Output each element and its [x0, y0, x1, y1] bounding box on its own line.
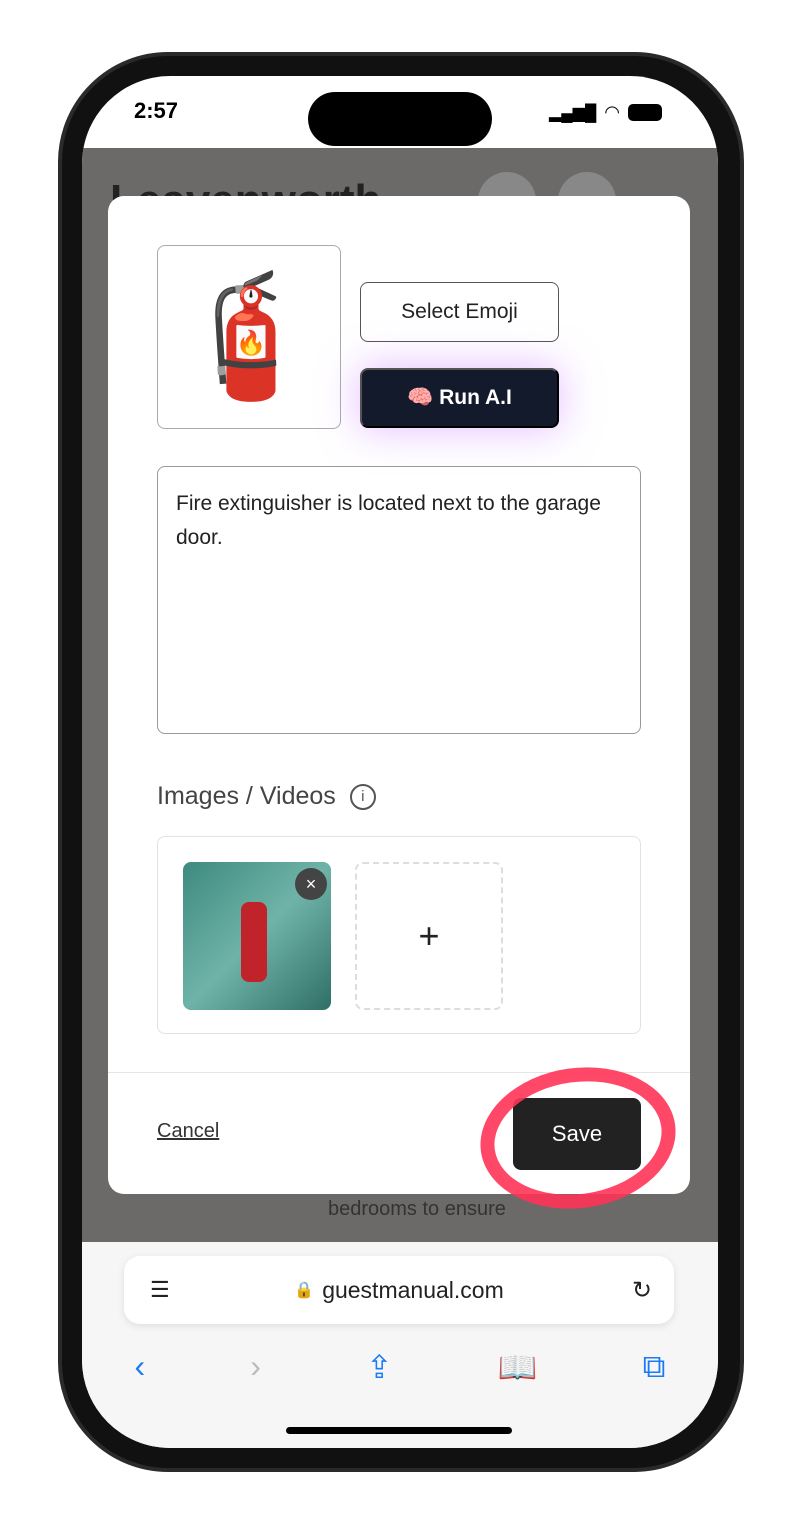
run-ai-button[interactable]: 🧠 Run A.I: [360, 368, 559, 428]
edit-modal: 🧯 Select Emoji 🧠 Run A.I Fire extinguish…: [108, 196, 690, 1194]
browser-nav: ‹ › ⇪ 📖 ⧉: [82, 1348, 718, 1386]
address-bar[interactable]: ☰ 🔒 guestmanual.com ↻: [124, 1256, 674, 1324]
add-media-button[interactable]: +: [355, 862, 503, 1010]
url-text: guestmanual.com: [322, 1276, 504, 1303]
wifi-icon: ◠: [604, 102, 620, 122]
lock-icon: 🔒: [294, 1282, 315, 1299]
battery-icon: [628, 104, 662, 121]
fire-extinguisher-image: [241, 902, 267, 982]
description-textarea[interactable]: Fire extinguisher is located next to the…: [157, 466, 641, 734]
emoji-preview[interactable]: 🧯: [157, 245, 341, 429]
signal-icon: ▂▄▆█: [549, 104, 597, 122]
back-icon[interactable]: ‹: [135, 1348, 146, 1386]
media-gallery: × +: [157, 836, 641, 1034]
status-time: 2:57: [134, 98, 179, 123]
bookmarks-icon[interactable]: 📖: [498, 1348, 538, 1386]
browser-toolbar: ☰ 🔒 guestmanual.com ↻ ‹ › ⇪ 📖 ⧉: [82, 1242, 718, 1448]
media-label: Images / Videos: [157, 782, 336, 810]
media-section-label: Images / Videos i: [157, 782, 376, 811]
screen: 2:57 ▂▄▆█ ◠ Leavenworth bedrooms to ensu…: [82, 76, 718, 1448]
remove-media-button[interactable]: ×: [295, 868, 327, 900]
select-emoji-button[interactable]: Select Emoji: [360, 282, 559, 342]
home-indicator: [286, 1427, 512, 1434]
brain-icon: 🧠: [407, 386, 440, 409]
tabs-icon[interactable]: ⧉: [643, 1348, 666, 1386]
status-bar: 2:57 ▂▄▆█ ◠: [82, 76, 718, 148]
background-text: bedrooms to ensure: [328, 1198, 506, 1220]
media-thumbnail[interactable]: ×: [183, 862, 331, 1010]
forward-icon[interactable]: ›: [250, 1348, 261, 1386]
cancel-link[interactable]: Cancel: [157, 1120, 219, 1143]
info-icon[interactable]: i: [349, 783, 376, 810]
status-icons: ▂▄▆█ ◠: [549, 102, 662, 123]
reload-icon[interactable]: ↻: [632, 1276, 652, 1305]
dynamic-island: [308, 92, 492, 146]
run-ai-label: Run A.I: [439, 386, 512, 409]
share-icon[interactable]: ⇪: [366, 1348, 393, 1386]
reader-icon[interactable]: ☰: [150, 1277, 170, 1303]
